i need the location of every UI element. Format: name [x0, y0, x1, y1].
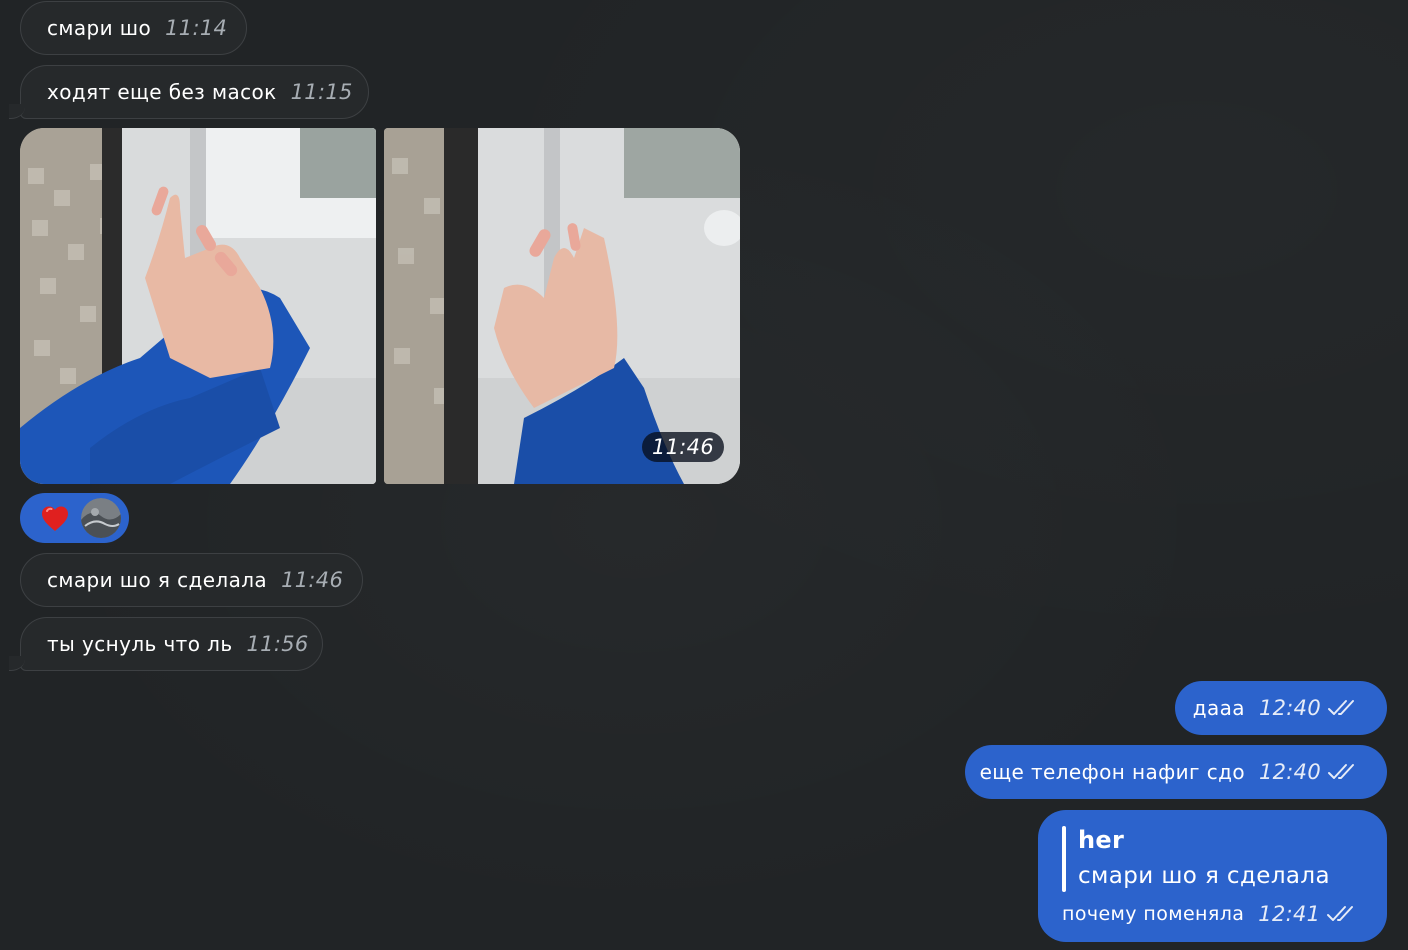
message-text: смари шо: [47, 16, 152, 40]
heart-icon: [39, 502, 71, 534]
quote-author[interactable]: her: [1078, 826, 1124, 854]
message-text: ходят еще без масок: [47, 80, 277, 104]
reactor-avatar: [81, 498, 121, 538]
message-time: 12:40: [1258, 696, 1321, 720]
message-time: 11:46: [281, 568, 344, 592]
double-check-icon: [1326, 905, 1358, 923]
album-time: 11:46: [641, 432, 724, 462]
reaction-badge[interactable]: [20, 493, 129, 543]
outgoing-reply-message[interactable]: her смари шо я сделала почему поменяла 1…: [1038, 810, 1387, 942]
incoming-message[interactable]: смари шо я сделала 11:46: [20, 553, 363, 607]
message-time: 11:56: [246, 632, 309, 656]
album-photo-1[interactable]: [20, 128, 376, 484]
message-time: 12:41: [1258, 902, 1321, 926]
message-time: 12:40: [1258, 760, 1321, 784]
photo-image: [20, 128, 376, 484]
message-text: еще телефон нафиг сдо: [979, 760, 1245, 784]
message-time: 11:14: [165, 16, 228, 40]
album-photo-2[interactable]: 11:46: [384, 128, 740, 484]
incoming-message[interactable]: смари шо 11:14: [20, 1, 247, 55]
double-check-icon: [1327, 699, 1359, 717]
incoming-message[interactable]: ты уснуль что ль 11:56: [9, 617, 323, 671]
message-text: смари шо я сделала: [47, 568, 268, 592]
incoming-message[interactable]: ходят еще без масок 11:15: [9, 65, 369, 119]
quote-text[interactable]: смари шо я сделала: [1078, 863, 1330, 889]
message-text: ты уснуль что ль: [47, 632, 233, 656]
quote-bar: [1062, 826, 1066, 892]
photo-image: [384, 128, 740, 484]
reply-body: почему поменяла 12:41: [1062, 902, 1358, 926]
message-text: дааа: [1192, 696, 1245, 720]
message-time: 11:15: [290, 80, 353, 104]
outgoing-message[interactable]: еще телефон нафиг сдо 12:40: [965, 745, 1387, 799]
message-text: почему поменяла: [1062, 903, 1245, 925]
double-check-icon: [1327, 763, 1359, 781]
outgoing-message[interactable]: дааа 12:40: [1175, 681, 1387, 735]
